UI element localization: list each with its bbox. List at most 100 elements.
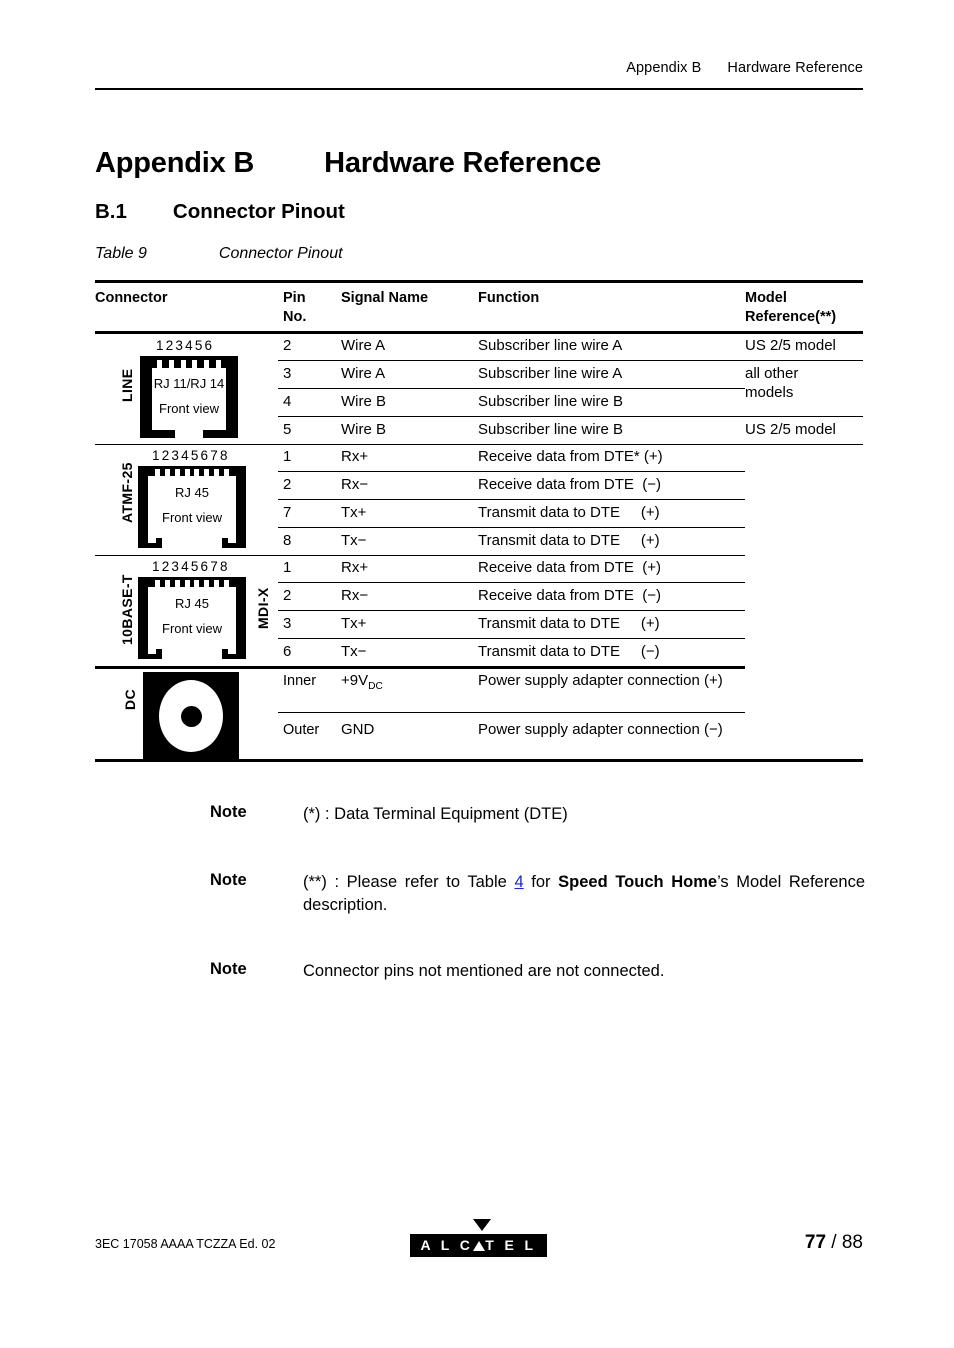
rj11-jack-body: RJ 11/RJ 14 Front view (140, 356, 238, 438)
row-rule (278, 610, 745, 612)
table-bottom-rule (95, 759, 863, 762)
cell-function: Receive data from DTE (−) (478, 476, 661, 493)
table-caption-label: Table 9 (95, 245, 147, 262)
cell-pin: 7 (283, 504, 292, 521)
row-rule (278, 638, 745, 640)
cell-pin: 8 (283, 532, 292, 549)
table-caption: Table 9 Connector Pinout (95, 245, 343, 263)
cell-pin: 1 (283, 559, 292, 576)
cell-pin: 3 (283, 615, 292, 632)
cell-function: Transmit data to DTE (+) (478, 504, 660, 521)
rj45-jack-face-10baset: RJ 45 Front view (148, 587, 236, 649)
dc-jack-body (143, 672, 239, 760)
footer-page-number: 77 / 88 (805, 1232, 863, 1254)
group-rule (95, 666, 745, 669)
row-rule (278, 388, 745, 390)
cell-signal: Rx− (341, 476, 369, 493)
column-header-pin-no-2: No. (283, 309, 307, 325)
connector-view-line: Front view (159, 401, 219, 416)
note-prefix: (**) : Please refer to Table (303, 873, 515, 891)
cell-function: Subscriber line wire B (478, 421, 624, 438)
pin-numbers-atmf25: 12345678 (152, 448, 230, 463)
cell-model: US 2/5 model (745, 337, 836, 354)
cell-signal: +9VDC (341, 672, 383, 696)
column-header-connector: Connector (95, 290, 168, 306)
cell-model: US 2/5 model (745, 421, 836, 438)
column-header-model-ref-1: Model (745, 290, 787, 306)
logo-text-right: T E L (485, 1237, 537, 1253)
cell-signal: Rx− (341, 587, 369, 604)
cell-pin: 2 (283, 337, 292, 354)
cell-signal: Wire B (341, 393, 386, 410)
note-label: Note (210, 871, 247, 889)
logo-text-left: A L C (420, 1237, 474, 1253)
note-text: Connector pins not mentioned are not con… (303, 962, 665, 980)
cell-function: Receive data from DTE* (+) (478, 448, 663, 465)
rj45-shoulder-left-atmf25 (148, 538, 156, 543)
cell-function: Subscriber line wire A (478, 365, 623, 382)
table-caption-text: Connector Pinout (218, 245, 343, 262)
row-rule (278, 527, 745, 529)
header-divider (95, 88, 863, 91)
triangle-a-icon (473, 1241, 486, 1251)
connector-view-atmf25: Front view (162, 510, 222, 525)
footer-document-code: 3EC 17058 AAAA TCZZA Ed. 02 (95, 1237, 276, 1251)
note-text: (**) : Please refer to Table 4 for Speed… (303, 871, 865, 917)
cell-pin: 2 (283, 476, 292, 493)
column-header-signal-name: Signal Name (341, 290, 429, 306)
triangle-icon (473, 1219, 491, 1231)
rj45-pin-contacts-10baset (155, 580, 229, 590)
cell-signal-subscript: DC (368, 681, 383, 692)
row-rule (278, 582, 745, 584)
page-current: 77 (804, 1232, 827, 1253)
row-rule (278, 416, 863, 418)
cell-signal: Tx+ (341, 615, 367, 632)
connector-name-atmf25: RJ 45 (175, 485, 209, 500)
cell-function: Transmit data to DTE (+) (478, 532, 660, 549)
column-header-function: Function (478, 290, 540, 306)
connector-name-10baset: RJ 45 (175, 596, 209, 611)
page-total: 88 (841, 1232, 863, 1253)
rj45-shoulder-right-10baset (228, 649, 236, 654)
row-rule (278, 471, 745, 473)
rj45-latch-notch-10baset (162, 649, 222, 659)
cell-signal: Tx− (341, 532, 367, 549)
section-heading: B.1 Connector Pinout (95, 200, 345, 224)
cell-function: Transmit data to DTE (−) (478, 643, 660, 660)
table-4-link[interactable]: 4 (514, 873, 523, 891)
cell-signal: Wire B (341, 421, 386, 438)
note-label: Note (210, 960, 247, 978)
rj11-pin-contacts (157, 360, 221, 371)
cell-model: models (745, 384, 794, 401)
rj45-pin-contacts-atmf25 (155, 469, 229, 479)
cell-function: Receive data from DTE (−) (478, 587, 661, 604)
running-header-appendix: Appendix B (626, 60, 702, 76)
column-header-model-ref-2: Reference(**) (745, 309, 837, 325)
cell-function: Power supply adapter connection (+) (478, 672, 723, 689)
cell-pin: 1 (283, 448, 292, 465)
note-label: Note (210, 803, 247, 821)
group-rule (95, 444, 863, 446)
cell-signal: Tx+ (341, 504, 367, 521)
side-label-atmf-25: ATMF-25 (119, 462, 135, 523)
pin-numbers-line: 123456 (156, 338, 215, 353)
rj45-latch-notch-atmf25 (162, 538, 222, 548)
cell-function: Power supply adapter connection (−) (478, 721, 723, 738)
connector-view-10baset: Front view (162, 621, 222, 636)
running-header: Appendix B Hardware Reference (95, 60, 863, 76)
note-text: (*) : Data Terminal Equipment (DTE) (303, 805, 568, 823)
table-header-rule (95, 331, 863, 334)
page-title: Appendix B Hardware Reference (95, 147, 601, 180)
cell-function: Subscriber line wire B (478, 393, 624, 410)
rj11-latch-notch (175, 426, 203, 438)
running-header-title: Hardware Reference (727, 60, 863, 76)
cell-pin: 5 (283, 421, 292, 438)
rj45-shoulder-right-atmf25 (228, 538, 236, 543)
appendix-name: Hardware Reference (324, 147, 601, 180)
pin-numbers-10baset: 12345678 (152, 559, 230, 574)
cell-pin: Outer (283, 722, 320, 738)
cell-signal-text: +9V (341, 672, 369, 689)
side-label-dc: DC (122, 688, 138, 710)
appendix-number: Appendix B (95, 147, 255, 180)
cell-function: Subscriber line wire A (478, 337, 623, 354)
